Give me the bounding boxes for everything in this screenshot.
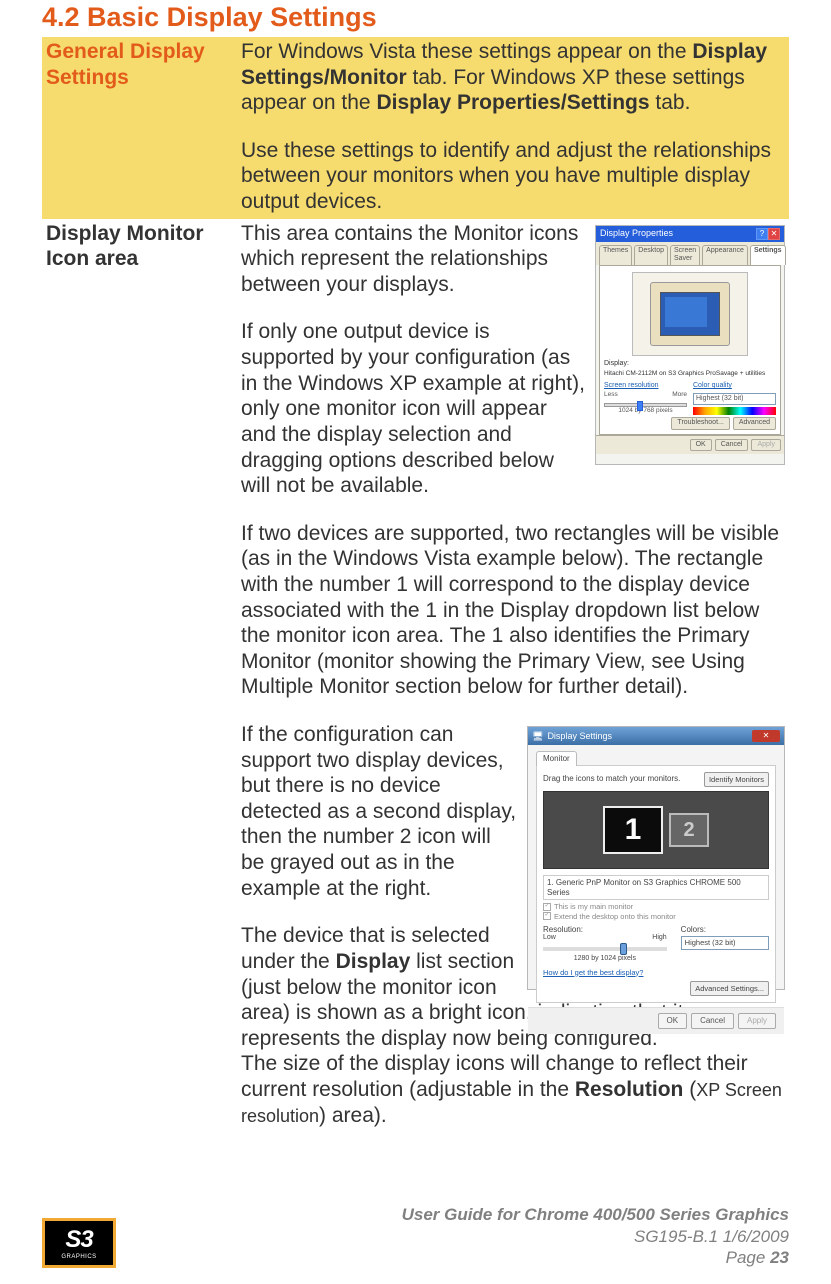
close-icon[interactable]: ✕ [752,730,780,742]
vista-tab-monitor[interactable]: Monitor [536,751,577,766]
monitor-icon[interactable] [650,282,730,346]
close-icon[interactable]: ✕ [768,228,780,240]
xp-color-quality-group: Color quality Highest (32 bit) [693,382,776,415]
vista-colors-label: Colors: [681,925,769,935]
xp-tab-desktop[interactable]: Desktop [634,245,668,265]
text: For Windows Vista these settings appear … [241,40,692,63]
slider-thumb-icon[interactable] [620,943,627,955]
bold-text: Resolution [575,1078,684,1101]
vista-help-link[interactable]: How do I get the best display? [543,968,643,977]
vista-res-label: Resolution: [543,925,667,935]
monitor-1-icon[interactable]: 1 [603,806,663,854]
text: This area contains the Monitor icons whi… [241,222,578,296]
vista-drag-text: Drag the icons to match your monitors. [543,774,680,784]
vista-titlebar: 🖥 Display Settings ✕ [528,727,784,745]
xp-tab-screensaver[interactable]: Screen Saver [670,245,700,265]
check-label: Extend the desktop onto this monitor [554,912,676,921]
text: ( [683,1078,696,1101]
vista-monitor-area: 1 2 [543,791,769,869]
row-general-settings: General Display Settings For Windows Vis… [42,37,789,219]
vista-extend-desktop-checkbox[interactable]: ✓Extend the desktop onto this monitor [543,912,769,921]
vista-res-low: Low [543,934,556,943]
monitor-icon: 🖥 [532,731,543,742]
vista-colors-select[interactable]: Highest (32 bit) [681,936,769,949]
row-monitor-icon-area: Display Monitor Icon area Display Proper… [42,219,789,1133]
checkbox-icon: ✓ [543,912,551,920]
vista-display-select[interactable]: 1. Generic PnP Monitor on S3 Graphics CH… [543,875,769,901]
help-icon[interactable]: ? [756,228,768,240]
xp-display-value: Hitachi CM-2112M on S3 Graphics ProSavag… [604,370,776,378]
vista-display-settings-screenshot: 🖥 Display Settings ✕ Monitor Drag the ic… [527,726,785,990]
xp-monitor-preview-area [632,272,748,356]
check-label: This is my main monitor [554,902,633,911]
settings-table: General Display Settings For Windows Vis… [42,37,789,1132]
slider-thumb-icon[interactable] [637,401,643,411]
bold-text: Display Properties/Settings [376,91,649,114]
xp-screen-res-label: Screen resolution [604,382,687,391]
xp-tab-themes[interactable]: Themes [599,245,632,265]
s3-graphics-logo: S3 GRAPHICS [42,1218,116,1268]
xp-tab-settings[interactable]: Settings [750,245,786,265]
xp-color-label: Color quality [693,382,776,391]
xp-display-label: Display: [604,360,776,369]
xp-resolution-slider[interactable] [604,403,687,407]
advanced-settings-button[interactable]: Advanced Settings... [690,981,769,996]
vista-res-value: 1280 by 1024 pixels [543,955,667,964]
xp-cancel-button[interactable]: Cancel [715,439,749,452]
xp-tab-body: Display: Hitachi CM-2112M on S3 Graphics… [599,265,781,435]
monitor-screen-icon [660,292,720,336]
row-general-body: For Windows Vista these settings appear … [237,37,789,219]
text: If the configuration can support two dis… [241,723,516,900]
section-heading: 4.2 Basic Display Settings [42,2,789,33]
xp-res-value: 1024 by 768 pixels [604,407,687,415]
color-spectrum-icon [693,407,776,415]
xp-screen-resolution-group: Screen resolution Less More 1024 by 768 … [604,382,687,415]
vista-cancel-button[interactable]: Cancel [691,1013,734,1029]
logo-sub-text: GRAPHICS [61,1254,96,1260]
bold-text: Display [336,950,411,973]
page-footer: S3 GRAPHICS User Guide for Chrome 400/50… [0,1204,831,1268]
text: If two devices are supported, two rectan… [241,522,779,699]
xp-res-less: Less [604,391,618,399]
row-general-label: General Display Settings [42,37,237,219]
xp-tabs: Themes Desktop Screen Saver Appearance S… [596,242,784,265]
vista-main-monitor-checkbox[interactable]: ✓This is my main monitor [543,902,769,911]
footer-page-label: Page [726,1248,770,1267]
xp-apply-button[interactable]: Apply [751,439,781,452]
row-monitor-icon-body: Display Properties ? ✕ Themes Desktop Sc… [237,219,789,1133]
vista-resolution-slider[interactable] [543,947,667,951]
footer-docinfo: SG195-B.1 1/6/2009 [116,1226,789,1247]
xp-advanced-button[interactable]: Advanced [733,417,776,430]
xp-troubleshoot-button[interactable]: Troubleshoot... [671,417,729,430]
text: ) area). [319,1104,387,1127]
row-monitor-icon-label: Display Monitor Icon area [42,219,237,1133]
identify-monitors-button[interactable]: Identify Monitors [704,772,769,787]
vista-resolution-group: Resolution: Low High 1280 by 1024 pixels [543,925,667,964]
footer-title: User Guide for Chrome 400/500 Series Gra… [116,1204,789,1225]
xp-res-more: More [672,391,687,399]
logo-main-text: S3 [65,1226,92,1254]
vista-apply-button[interactable]: Apply [738,1013,776,1029]
vista-res-high: High [652,934,666,943]
monitor-2-icon[interactable]: 2 [669,813,709,847]
xp-display-properties-screenshot: Display Properties ? ✕ Themes Desktop Sc… [595,225,785,465]
vista-panel: Drag the icons to match your monitors. I… [536,765,776,1004]
text: If only one output device is supported b… [241,320,585,497]
vista-colors-group: Colors: Highest (32 bit) [681,925,769,964]
xp-ok-button[interactable]: OK [690,439,712,452]
checkbox-icon: ✓ [543,903,551,911]
vista-title-text: Display Settings [547,731,612,742]
xp-color-select[interactable]: Highest (32 bit) [693,393,776,406]
text: tab. [650,91,691,114]
text: Use these settings to identify and adjus… [241,139,771,213]
footer-page-number: 23 [770,1248,789,1267]
xp-tab-appearance[interactable]: Appearance [702,245,748,265]
xp-title-text: Display Properties [600,228,673,239]
vista-ok-button[interactable]: OK [658,1013,688,1029]
xp-titlebar: Display Properties ? ✕ [596,226,784,242]
